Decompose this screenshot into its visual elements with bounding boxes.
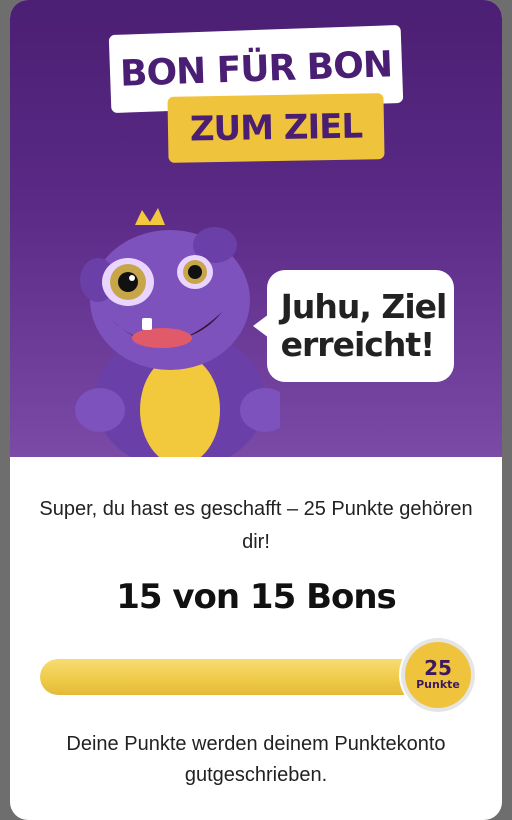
bon-count: 15 von 15 Bons [116, 577, 397, 617]
dragon-mascot-icon [75, 208, 280, 457]
progress-bar [40, 659, 430, 695]
content-section: Super, du hast es geschafft – 25 Punkte … [10, 457, 502, 800]
points-value: 25 [424, 656, 452, 680]
progress-fill [40, 659, 430, 695]
speech-bubble-text: Juhu, Ziel erreicht! [280, 287, 448, 364]
points-badge: 25 Punkte [405, 642, 471, 708]
speech-bubble-tail [253, 314, 269, 338]
points-label: Punkte [416, 678, 460, 691]
reward-card: BON FÜR BON ZUM ZIEL Juhu, Ziel erreicht [10, 0, 502, 820]
speech-bubble: Juhu, Ziel erreicht! [253, 270, 454, 382]
hero-banner: BON FÜR BON ZUM ZIEL Juhu, Ziel erreicht [10, 0, 502, 457]
credit-info-text: Deine Punkte werden deinem Punktekonto g… [66, 733, 446, 786]
success-message: Super, du hast es geschafft – 25 Punkte … [39, 498, 473, 553]
hero-title-line2: ZUM ZIEL [167, 93, 385, 163]
